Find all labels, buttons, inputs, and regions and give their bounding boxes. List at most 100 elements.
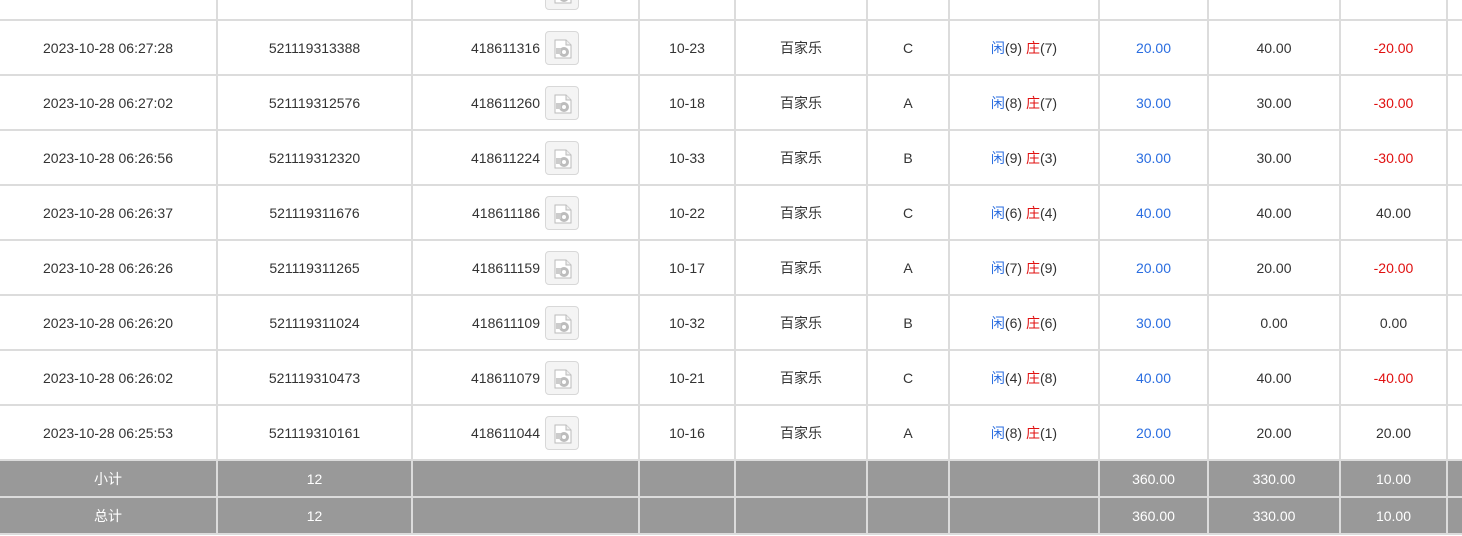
table-row: 2023-10-28 06:26:56 521119312320 4186112…: [0, 130, 1462, 186]
banker-points: (1): [1039, 424, 1058, 441]
summary-edge-cell: [1447, 497, 1462, 535]
win-loss: 20.00: [1375, 424, 1412, 441]
seat: B: [903, 314, 913, 331]
replay-button[interactable]: [545, 415, 579, 450]
valid-bet: 40.00: [1256, 204, 1292, 221]
table-number: 10-23: [669, 39, 705, 56]
video-replay-icon: [554, 314, 572, 333]
game-type: 百家乐: [780, 369, 822, 386]
video-replay-icon: [554, 424, 572, 443]
round-number: 418611186: [472, 204, 540, 221]
summary-bet: 360.00: [1132, 470, 1175, 487]
game-type-cell: 百家乐: [735, 350, 868, 406]
row-edge-cell: [1447, 295, 1462, 351]
order-number: 521119310473: [268, 369, 361, 386]
order-number: 521119312320: [268, 149, 361, 166]
valid-bet-cell: 30.00: [1208, 130, 1341, 186]
banker-label: 庄: [1025, 94, 1040, 111]
game-type: 百家乐: [780, 149, 822, 166]
valid-bet-cell: 40.00: [1208, 350, 1341, 406]
subtotal-row: 小计 12 360.00 330.00 10.00: [0, 460, 1462, 498]
banker-points: (9): [1039, 259, 1058, 276]
replay-button[interactable]: [545, 305, 579, 340]
win-loss-cell: -30.00: [1340, 75, 1448, 131]
valid-bet-cell: 20.00: [1208, 405, 1341, 461]
summary-empty-cell: [867, 460, 950, 498]
seat-cell: A: [867, 75, 950, 131]
game-type-cell: 百家乐: [735, 20, 868, 76]
seat: C: [902, 369, 914, 386]
replay-button[interactable]: [545, 140, 579, 175]
summary-empty-cell: [639, 497, 736, 535]
order-number-cell: 521119312320: [217, 130, 413, 186]
win-loss: -30.00: [1373, 149, 1414, 166]
bet-amount-cell: 20.00: [1099, 405, 1209, 461]
bet-amount-cell: [1099, 0, 1209, 21]
banker-points: (3): [1039, 149, 1058, 166]
round-number-cell: [412, 0, 640, 21]
result-cell: 闲(6) 庄(6): [949, 295, 1100, 351]
order-number-cell: [217, 0, 413, 21]
table-number: 10-18: [669, 94, 705, 111]
video-replay-icon: [554, 149, 572, 168]
win-loss: -30.00: [1373, 94, 1414, 111]
table-number: 10-22: [669, 204, 705, 221]
table-number-cell: 10-17: [639, 240, 736, 296]
replay-button[interactable]: [545, 85, 579, 120]
table-number-cell: 10-22: [639, 185, 736, 241]
bet-time-cell: 2023-10-28 06:27:28: [0, 20, 218, 76]
seat-cell: C: [867, 20, 950, 76]
order-number-cell: 521119311676: [217, 185, 413, 241]
bet-amount: 40.00: [1135, 204, 1172, 221]
replay-button[interactable]: [545, 250, 579, 285]
summary-empty-cell: [412, 497, 640, 535]
seat: B: [903, 149, 913, 166]
table-row: 2023-10-28 06:27:02 521119312576 4186112…: [0, 75, 1462, 131]
summary-empty-cell: [735, 497, 868, 535]
round-number-cell: 418611186: [412, 185, 640, 241]
game-type-cell: 百家乐: [735, 75, 868, 131]
banker-points: (8): [1039, 369, 1058, 386]
win-loss: 40.00: [1375, 204, 1412, 221]
replay-button[interactable]: [545, 0, 579, 10]
summary-bet-cell: 360.00: [1099, 460, 1209, 498]
player-points: (6): [1004, 314, 1023, 331]
seat: C: [902, 39, 914, 56]
valid-bet: 30.00: [1256, 149, 1292, 166]
bet-amount: 30.00: [1135, 149, 1172, 166]
seat-cell: C: [867, 185, 950, 241]
banker-label: 庄: [1025, 424, 1040, 441]
replay-button[interactable]: [545, 195, 579, 230]
game-type-cell: 百家乐: [735, 130, 868, 186]
seat-cell: B: [867, 295, 950, 351]
result-cell: 闲(9) 庄(7): [949, 20, 1100, 76]
banker-points: (4): [1039, 204, 1058, 221]
order-number-cell: 521119310161: [217, 405, 413, 461]
win-loss: 0.00: [1379, 314, 1408, 331]
player-label: 闲: [990, 204, 1005, 221]
table-row: 2023-10-28 06:25:53 521119310161 4186110…: [0, 405, 1462, 461]
player-points: (7): [1004, 259, 1023, 276]
row-edge-cell: [1447, 20, 1462, 76]
replay-button[interactable]: [545, 30, 579, 65]
result-cell: [949, 0, 1100, 21]
result-cell: 闲(9) 庄(3): [949, 130, 1100, 186]
table-row: 2023-10-28 06:26:37 521119311676 4186111…: [0, 185, 1462, 241]
bet-amount-cell: 40.00: [1099, 185, 1209, 241]
round-number-cell: 418611316: [412, 20, 640, 76]
table-body: 2023-10-28 06:27:28 521119313388 4186113…: [0, 0, 1462, 535]
round-number-cell: 418611079: [412, 350, 640, 406]
player-label: 闲: [990, 149, 1005, 166]
player-label: 闲: [990, 314, 1005, 331]
order-number: 521119313388: [268, 39, 361, 56]
seat: A: [903, 94, 913, 111]
player-label: 闲: [990, 94, 1005, 111]
bet-amount: 20.00: [1135, 39, 1172, 56]
video-replay-icon: [554, 94, 572, 113]
win-loss-cell: 0.00: [1340, 295, 1448, 351]
bet-records-page: 2023-10-28 06:27:28 521119313388 4186113…: [0, 0, 1462, 536]
replay-button[interactable]: [545, 360, 579, 395]
game-type: 百家乐: [780, 314, 822, 331]
bet-time-cell: [0, 0, 218, 21]
result-cell: 闲(8) 庄(7): [949, 75, 1100, 131]
